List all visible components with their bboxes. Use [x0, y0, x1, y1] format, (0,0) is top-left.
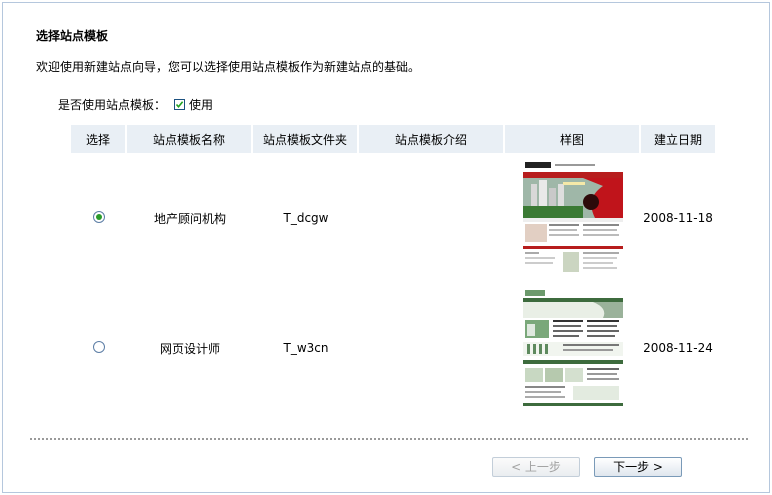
template-date: 2008-11-24 — [643, 341, 713, 355]
template-folder: T_w3cn — [283, 341, 329, 355]
column-header-date: 建立日期 — [641, 125, 715, 153]
column-header-preview: 样图 — [505, 125, 641, 153]
preview-cell — [505, 153, 641, 283]
select-cell — [71, 153, 127, 283]
use-template-row: 是否使用站点模板： 使用 — [58, 96, 213, 113]
table-row[interactable]: 网页设计师 T_w3cn 2008-11-24 — [71, 283, 715, 413]
template-table: 选择 站点模板名称 站点模板文件夹 站点模板介绍 样图 建立日期 地产顾问机构 … — [71, 125, 715, 413]
prev-button[interactable]: < 上一步 — [492, 457, 580, 477]
template-thumbnail[interactable] — [523, 288, 623, 408]
page-description: 欢迎使用新建站点向导，您可以选择使用站点模板作为新建站点的基础。 — [36, 60, 421, 74]
table-row[interactable]: 地产顾问机构 T_dcgw 2008-11-18 — [71, 153, 715, 283]
column-header-intro: 站点模板介绍 — [359, 125, 505, 153]
use-template-checkbox[interactable] — [174, 99, 186, 110]
template-intro — [359, 153, 505, 283]
select-cell — [71, 283, 127, 413]
template-folder: T_dcgw — [283, 211, 329, 225]
template-name: 网页设计师 — [159, 341, 220, 356]
preview-cell — [505, 283, 641, 413]
use-template-checkbox-label[interactable]: 使用 — [189, 96, 213, 113]
template-intro — [359, 283, 505, 413]
divider — [30, 438, 748, 440]
template-name: 地产顾问机构 — [153, 211, 226, 226]
column-header-folder: 站点模板文件夹 — [253, 125, 359, 153]
use-template-label: 是否使用站点模板： — [58, 98, 167, 112]
column-header-select: 选择 — [71, 125, 127, 153]
page-title: 选择站点模板 — [36, 29, 109, 43]
template-radio[interactable] — [93, 340, 105, 353]
column-header-name: 站点模板名称 — [127, 125, 253, 153]
template-thumbnail[interactable] — [523, 158, 623, 278]
template-date: 2008-11-18 — [643, 211, 713, 225]
template-radio[interactable] — [93, 210, 105, 223]
table-header-row: 选择 站点模板名称 站点模板文件夹 站点模板介绍 样图 建立日期 — [71, 125, 715, 153]
checkmark-icon — [175, 101, 184, 109]
next-button[interactable]: 下一步 > — [594, 457, 682, 477]
